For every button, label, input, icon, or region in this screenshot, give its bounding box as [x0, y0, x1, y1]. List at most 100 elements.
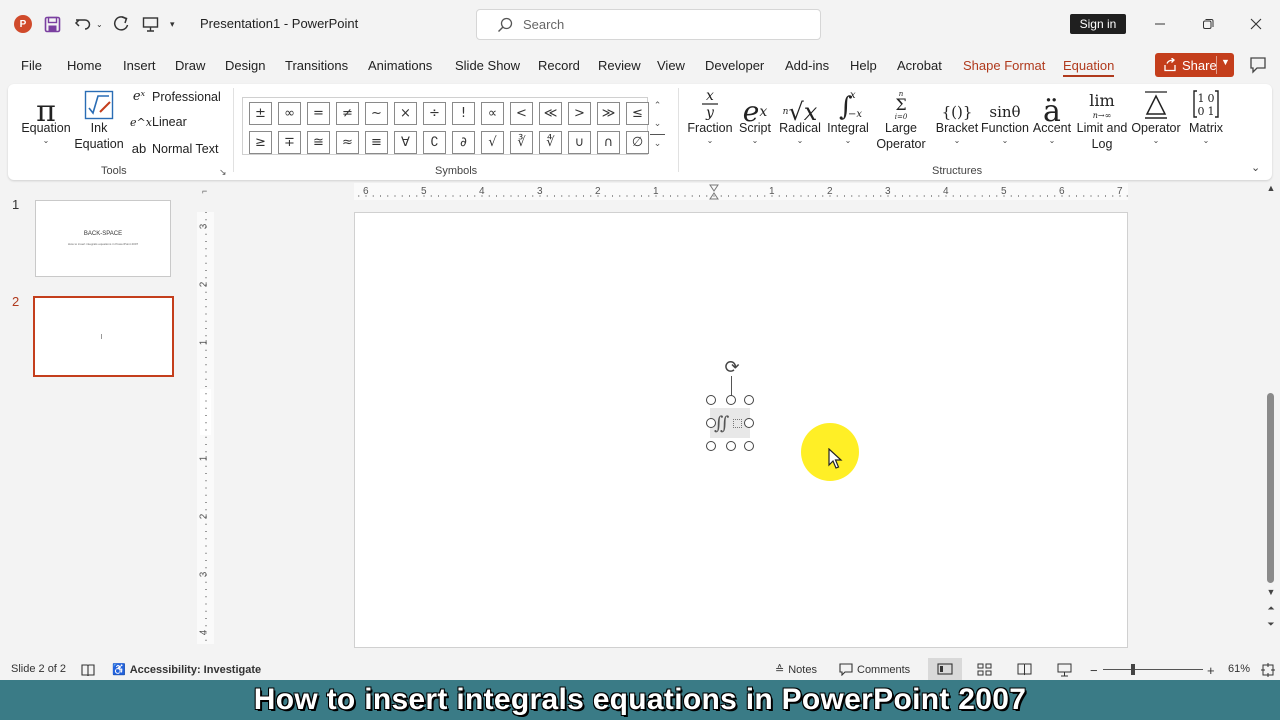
- tab-help[interactable]: Help: [850, 58, 877, 73]
- symbol-button[interactable]: ÷: [423, 102, 446, 125]
- previous-slide-icon[interactable]: ⏶: [1265, 603, 1277, 614]
- accent-button[interactable]: ä Accent ⌄: [1032, 88, 1072, 146]
- signin-button[interactable]: Sign in: [1070, 14, 1126, 34]
- spell-check-icon[interactable]: [81, 663, 95, 677]
- symbol-button[interactable]: ≠: [336, 102, 359, 125]
- slideshow-view-icon[interactable]: [1057, 663, 1072, 677]
- symbol-button[interactable]: ±: [249, 102, 272, 125]
- dialog-launcher-icon[interactable]: ↘: [219, 167, 227, 178]
- vertical-scrollbar[interactable]: ▲ ▼ ⏶ ⏷: [1265, 183, 1277, 643]
- scroll-down-icon[interactable]: ⌄: [650, 114, 665, 132]
- ink-equation-button[interactable]: Ink Equation: [72, 88, 126, 152]
- symbol-button[interactable]: ≈: [336, 131, 359, 154]
- accessibility-status[interactable]: ♿ Accessibility: Investigate: [112, 663, 261, 677]
- share-dropdown-icon[interactable]: ▼: [1221, 57, 1230, 67]
- save-icon[interactable]: [44, 12, 61, 36]
- bracket-button[interactable]: {()} Bracket ⌄: [935, 88, 979, 146]
- fit-slide-icon[interactable]: [1261, 663, 1275, 677]
- symbol-button[interactable]: !: [452, 102, 475, 125]
- symbol-button[interactable]: >: [568, 102, 591, 125]
- tab-slide-show[interactable]: Slide Show: [455, 58, 520, 73]
- function-button[interactable]: sinθ Function ⌄: [980, 88, 1030, 146]
- professional-button[interactable]: eˣ Professional: [130, 89, 221, 104]
- matrix-button[interactable]: 1001 Matrix ⌄: [1184, 88, 1228, 146]
- notes-button[interactable]: ≙ Notes: [775, 663, 817, 677]
- more-symbols-icon[interactable]: ⌄: [650, 134, 665, 152]
- redo-icon[interactable]: [112, 12, 130, 36]
- tab-animations[interactable]: Animations: [368, 58, 432, 73]
- symbol-button[interactable]: ∞: [278, 102, 301, 125]
- tab-shape-format[interactable]: Shape Format: [963, 58, 1045, 73]
- zoom-slider[interactable]: [1103, 669, 1203, 670]
- symbol-button[interactable]: ∅: [626, 131, 649, 154]
- collapse-ribbon-icon[interactable]: ⌄: [1251, 161, 1260, 174]
- zoom-level[interactable]: 61%: [1228, 663, 1250, 675]
- symbol-button[interactable]: =: [307, 102, 330, 125]
- next-slide-icon[interactable]: ⏷: [1265, 619, 1277, 630]
- rotate-handle-icon[interactable]: ⟳: [721, 356, 743, 378]
- symbol-button[interactable]: ≫: [597, 102, 620, 125]
- symbol-button[interactable]: ≡: [365, 131, 388, 154]
- share-button[interactable]: Share ▼: [1155, 53, 1234, 77]
- tab-add-ins[interactable]: Add-ins: [785, 58, 829, 73]
- slide-thumbnail-1[interactable]: BACK-SPACE How to insert integrals equat…: [35, 200, 171, 277]
- scrollbar-thumb[interactable]: [1267, 393, 1274, 583]
- large-operator-button[interactable]: n Σi=0 Large Operator: [870, 88, 932, 152]
- tab-equation[interactable]: Equation: [1063, 58, 1115, 77]
- symbol-button[interactable]: ∓: [278, 131, 301, 154]
- limit-and-log-button[interactable]: lim n→∞ Limit and Log: [1075, 88, 1129, 152]
- resize-handle[interactable]: [726, 395, 736, 405]
- zoom-slider-knob[interactable]: [1131, 664, 1135, 675]
- undo-dropdown-icon[interactable]: ⌄: [96, 12, 103, 36]
- zoom-in-icon[interactable]: +: [1207, 663, 1215, 678]
- search-input[interactable]: Search: [476, 9, 821, 40]
- restore-button[interactable]: [1196, 12, 1220, 36]
- symbol-button[interactable]: ∜: [539, 131, 562, 154]
- tab-view[interactable]: View: [657, 58, 685, 73]
- normal-text-button[interactable]: ab Normal Text: [130, 141, 219, 156]
- tab-draw[interactable]: Draw: [175, 58, 205, 73]
- symbol-button[interactable]: ∝: [481, 102, 504, 125]
- symbol-button[interactable]: ∛: [510, 131, 533, 154]
- operator-button[interactable]: Operator ⌄: [1130, 88, 1182, 146]
- resize-handle[interactable]: [726, 441, 736, 451]
- comments-icon[interactable]: [1249, 56, 1267, 74]
- tab-insert[interactable]: Insert: [123, 58, 156, 73]
- symbol-button[interactable]: ∁: [423, 131, 446, 154]
- symbol-button[interactable]: ≪: [539, 102, 562, 125]
- symbol-button[interactable]: ∂: [452, 131, 475, 154]
- symbol-button[interactable]: ∀: [394, 131, 417, 154]
- script-button[interactable]: ex Script ⌄: [735, 88, 775, 146]
- symbol-button[interactable]: ∩: [597, 131, 620, 154]
- close-button[interactable]: [1244, 12, 1268, 36]
- tab-developer[interactable]: Developer: [705, 58, 764, 73]
- present-icon[interactable]: [142, 12, 159, 36]
- resize-handle[interactable]: [744, 441, 754, 451]
- linear-button[interactable]: e^x Linear: [130, 115, 187, 129]
- scroll-down-arrow-icon[interactable]: ▼: [1265, 587, 1277, 597]
- symbol-button[interactable]: √: [481, 131, 504, 154]
- resize-handle[interactable]: [706, 395, 716, 405]
- scroll-up-arrow-icon[interactable]: ▲: [1265, 183, 1277, 193]
- symbol-button[interactable]: ≅: [307, 131, 330, 154]
- resize-handle[interactable]: [744, 395, 754, 405]
- radical-button[interactable]: n √ x Radical ⌄: [778, 88, 822, 146]
- tab-transitions[interactable]: Transitions: [285, 58, 348, 73]
- symbol-button[interactable]: ≥: [249, 131, 272, 154]
- normal-view-button[interactable]: [928, 658, 962, 680]
- comments-button[interactable]: Comments: [839, 663, 910, 676]
- fraction-button[interactable]: xy Fraction ⌄: [687, 88, 732, 146]
- symbol-button[interactable]: ∪: [568, 131, 591, 154]
- resize-handle[interactable]: [706, 418, 716, 428]
- tab-review[interactable]: Review: [598, 58, 641, 73]
- slide-thumbnail-2[interactable]: [33, 296, 174, 377]
- minimize-button[interactable]: [1148, 12, 1172, 36]
- symbol-button[interactable]: ~: [365, 102, 388, 125]
- zoom-out-icon[interactable]: −: [1090, 663, 1098, 678]
- reading-view-icon[interactable]: [1017, 663, 1032, 676]
- symbol-button[interactable]: ×: [394, 102, 417, 125]
- resize-handle[interactable]: [744, 418, 754, 428]
- scroll-up-icon[interactable]: ⌃: [650, 96, 665, 114]
- tab-record[interactable]: Record: [538, 58, 580, 73]
- tab-home[interactable]: Home: [67, 58, 102, 73]
